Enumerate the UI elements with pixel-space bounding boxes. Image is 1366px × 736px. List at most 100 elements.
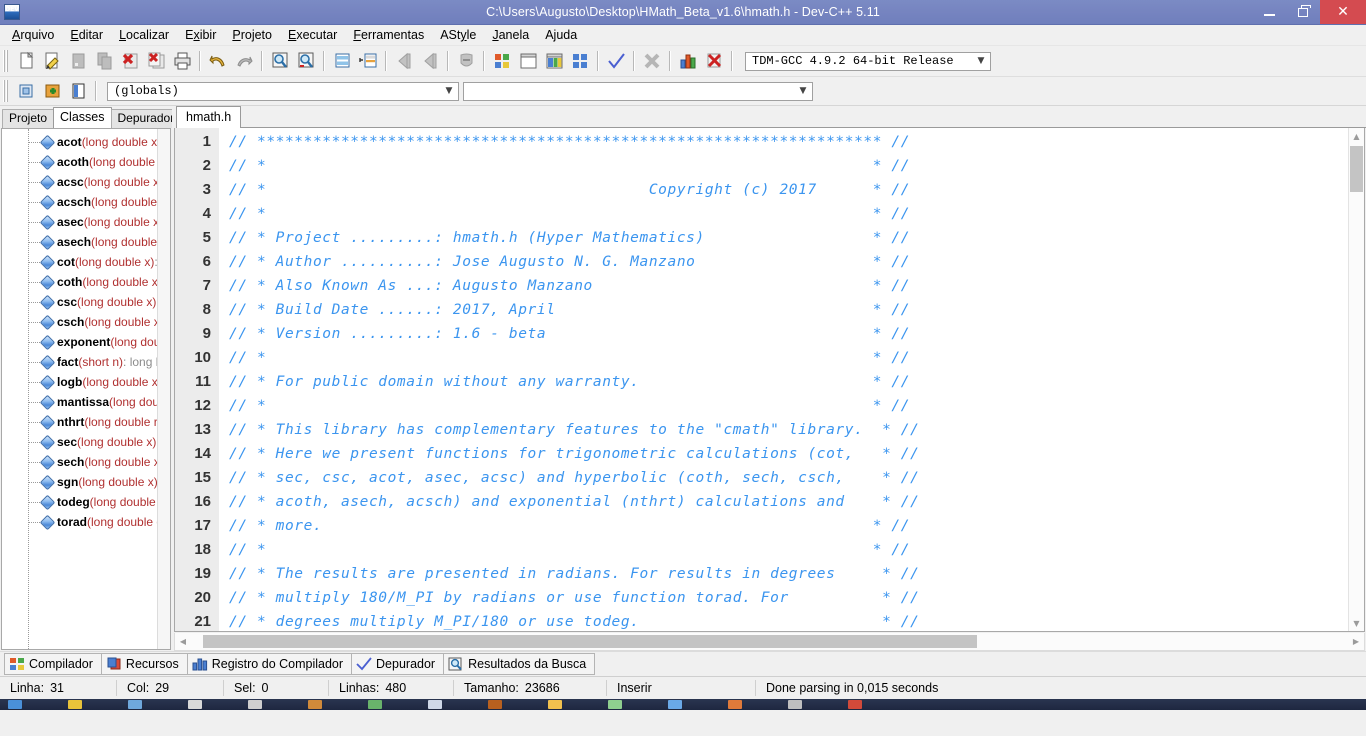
step-forward-button[interactable] [417, 49, 443, 73]
taskbar-icon[interactable] [8, 700, 22, 709]
tree-item[interactable]: asech(long double x) : lo [2, 232, 170, 252]
taskbar-icon[interactable] [308, 700, 322, 709]
bottom-tab-depurador[interactable]: Depurador [351, 653, 445, 675]
menu-projeto[interactable]: Projeto [224, 26, 280, 44]
tree-item[interactable]: sgn(long double x) : sho [2, 472, 170, 492]
code-line[interactable]: // * * // [229, 394, 1364, 418]
menu-ferramentas[interactable]: Ferramentas [345, 26, 432, 44]
code-line[interactable]: // * Author ..........: Jose Augusto N. … [229, 250, 1364, 274]
taskbar-icon[interactable] [848, 700, 862, 709]
code-line[interactable]: // * Version .........: 1.6 - beta * // [229, 322, 1364, 346]
tree-item[interactable]: acot(long double x) : lon [2, 132, 170, 152]
bottom-tab-compilador[interactable]: Compilador [4, 653, 102, 675]
code-line[interactable]: // * This library has complementary feat… [229, 418, 1364, 442]
menu-ajuda[interactable]: Ajuda [537, 26, 585, 44]
code-line[interactable]: // * Here we present functions for trigo… [229, 442, 1364, 466]
class-browser-tree[interactable]: acot(long double x) : lonacoth(long doub… [1, 128, 171, 650]
menu-janela[interactable]: Janela [484, 26, 537, 44]
rebuild-all-button[interactable] [567, 49, 593, 73]
scroll-up-icon[interactable]: ▲ [1349, 128, 1364, 144]
new-file-button[interactable] [13, 49, 39, 73]
bottom-tab-registro-do-compilador[interactable]: Registro do Compilador [186, 653, 353, 675]
menu-astyle[interactable]: AStyle [432, 26, 484, 44]
editor-vertical-scrollbar[interactable]: ▲ ▼ [1348, 128, 1364, 631]
tree-item[interactable]: logb(long double x, long [2, 372, 170, 392]
taskbar-icon[interactable] [788, 700, 802, 709]
abort-button[interactable] [639, 49, 665, 73]
code-line[interactable]: // * Also Known As ...: Augusto Manzano … [229, 274, 1364, 298]
tree-item[interactable]: sec(long double x) : long [2, 432, 170, 452]
stop-button[interactable] [453, 49, 479, 73]
code-line[interactable]: // * Build Date ......: 2017, April * // [229, 298, 1364, 322]
step-back-button[interactable] [391, 49, 417, 73]
tree-item[interactable]: fact(short n) : long long [2, 352, 170, 372]
tree-item[interactable]: acsc(long double x) : lon [2, 172, 170, 192]
project-manager-button[interactable] [13, 79, 39, 103]
code-line[interactable]: // * The results are presented in radian… [229, 562, 1364, 586]
taskbar-icon[interactable] [548, 700, 562, 709]
taskbar-icon[interactable] [728, 700, 742, 709]
scroll-right-icon[interactable]: ▶ [1348, 637, 1364, 646]
taskbar-icon[interactable] [188, 700, 202, 709]
menu-executar[interactable]: Executar [280, 26, 345, 44]
code-line[interactable]: // * multiply 180/M_PI by radians or use… [229, 586, 1364, 610]
goto-function-button[interactable] [355, 49, 381, 73]
menu-arquivo[interactable]: Arquivo [4, 26, 62, 44]
compile-run-button[interactable] [541, 49, 567, 73]
taskbar-icon[interactable] [668, 700, 682, 709]
bottom-tab-resultados-da-busca[interactable]: Resultados da Busca [443, 653, 596, 675]
code-line[interactable]: // * acoth, asech, acsch) and exponentia… [229, 490, 1364, 514]
scope-select[interactable]: (globals) ▼ [107, 81, 459, 101]
run-button[interactable] [515, 49, 541, 73]
compile-button[interactable] [489, 49, 515, 73]
code-line[interactable]: // * For public domain without any warra… [229, 370, 1364, 394]
code-line[interactable]: // * * // [229, 346, 1364, 370]
redo-button[interactable] [231, 49, 257, 73]
taskbar-icon[interactable] [128, 700, 142, 709]
add-to-project-button[interactable] [39, 79, 65, 103]
copy-button[interactable] [91, 49, 117, 73]
tree-item[interactable]: acsch(long double x) : lo [2, 192, 170, 212]
taskbar-icon[interactable] [608, 700, 622, 709]
save-all-button[interactable] [65, 49, 91, 73]
left-panel-scrollbar[interactable] [157, 129, 170, 649]
goto-line-button[interactable] [329, 49, 355, 73]
editor-vscroll-thumb[interactable] [1350, 146, 1363, 192]
scroll-down-icon[interactable]: ▼ [1349, 615, 1364, 631]
taskbar-icon[interactable] [248, 700, 262, 709]
tree-item[interactable]: sech(long double x) : lon [2, 452, 170, 472]
close-button[interactable]: ✕ [1320, 0, 1366, 24]
code-line[interactable]: // * * // [229, 202, 1364, 226]
taskbar-icon[interactable] [428, 700, 442, 709]
code-line[interactable]: // * more. * // [229, 514, 1364, 538]
scroll-left-icon[interactable]: ◀ [175, 637, 191, 646]
menu-editar[interactable]: Editar [62, 26, 111, 44]
close-all-button[interactable] [143, 49, 169, 73]
tree-item[interactable]: mantissa(long double x) [2, 392, 170, 412]
tab-depurador[interactable]: Depurador [110, 109, 182, 128]
replace-button[interactable] [293, 49, 319, 73]
toolbar-grip[interactable] [3, 50, 10, 72]
bottom-tab-recursos[interactable]: Recursos [100, 653, 188, 675]
toolbar2-grip[interactable] [3, 80, 10, 102]
tree-item[interactable]: asec(long double x) : lon [2, 212, 170, 232]
tree-item[interactable]: torad(long double d) : lo [2, 512, 170, 532]
compiler-select[interactable]: TDM-GCC 4.9.2 64-bit Release ▼ [745, 51, 991, 71]
code-text-area[interactable]: // *************************************… [219, 128, 1364, 631]
tree-item[interactable]: cot(long double x) : long [2, 252, 170, 272]
tree-item[interactable]: acoth(long double x) : lo [2, 152, 170, 172]
code-line[interactable]: // * * // [229, 538, 1364, 562]
windows-taskbar[interactable] [0, 699, 1366, 710]
debug-button[interactable] [701, 49, 727, 73]
taskbar-icon[interactable] [68, 700, 82, 709]
code-line[interactable]: // * degrees multiply M_PI/180 or use to… [229, 610, 1364, 631]
taskbar-icon[interactable] [368, 700, 382, 709]
tree-item[interactable]: exponent(long double : [2, 332, 170, 352]
taskbar-icon[interactable] [488, 700, 502, 709]
code-line[interactable]: // * Project .........: hmath.h (Hyper M… [229, 226, 1364, 250]
menu-exibir[interactable]: Exibir [177, 26, 224, 44]
tree-item[interactable]: todeg(long double r) : lo [2, 492, 170, 512]
code-line[interactable]: // * * // [229, 154, 1364, 178]
maximize-button[interactable] [1286, 0, 1320, 24]
menu-localizar[interactable]: Localizar [111, 26, 177, 44]
